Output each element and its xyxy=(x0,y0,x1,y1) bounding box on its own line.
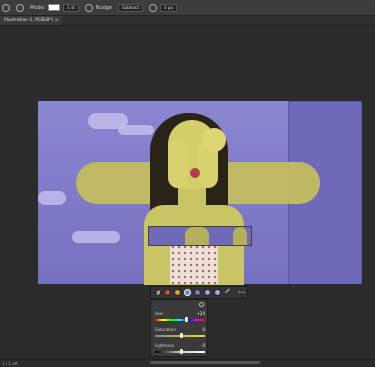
strip-figure xyxy=(185,227,209,245)
document-tab[interactable]: Illustration 1, RGB/8*) × xyxy=(0,16,63,25)
subtract-field[interactable]: Subtract xyxy=(118,3,144,12)
swatch-lavender[interactable] xyxy=(204,289,211,296)
subtract-value[interactable]: Subtract xyxy=(118,3,144,12)
swatch-indigo[interactable] xyxy=(194,289,201,296)
lightness-row: Lightness 0 xyxy=(155,343,205,348)
move-tool-icon[interactable] xyxy=(16,3,24,12)
brush-width-icon xyxy=(149,3,158,12)
saturation-label: Saturation xyxy=(155,327,176,332)
width-value[interactable]: 3 px xyxy=(160,3,177,12)
lightness-slider-thumb[interactable] xyxy=(180,349,183,354)
color-swatch[interactable] xyxy=(48,4,61,11)
saturation-row: Saturation 0 xyxy=(155,327,205,332)
more-options[interactable]: ••• xyxy=(238,290,245,295)
eyedropper-icon[interactable] xyxy=(224,287,235,298)
lightness-label: Lightness xyxy=(155,343,175,348)
wall-stripe xyxy=(72,231,120,243)
mouth xyxy=(190,168,200,178)
wall-stripe xyxy=(38,191,66,205)
hsl-adjustment-panel: Hue +24 Saturation 0 Lightness 0 xyxy=(150,299,208,357)
strip-figure xyxy=(233,227,247,245)
left-hand xyxy=(168,140,188,188)
hue-value[interactable]: +24 xyxy=(197,311,205,316)
hue-row: Hue +24 xyxy=(155,311,205,316)
wall-stripe xyxy=(118,125,154,135)
color-panel-bar: ••• xyxy=(150,286,248,299)
swatch-red[interactable] xyxy=(164,289,171,296)
eye-hand xyxy=(202,128,226,152)
document-tab-bar: Illustration 1, RGB/8*) × xyxy=(0,16,375,26)
nudge-label: Nudge xyxy=(95,4,113,11)
swatch-blue[interactable] xyxy=(184,289,191,296)
saturation-slider-thumb[interactable] xyxy=(180,333,183,338)
nudge-field[interactable]: Nudge xyxy=(84,3,113,12)
hue-label: Hue xyxy=(155,311,164,316)
top-toolbar: Mode: 1 st Nudge Subtract 3 px xyxy=(0,0,375,16)
mode-value[interactable]: 1 st xyxy=(63,3,79,12)
swatch-orange[interactable] xyxy=(174,289,181,296)
swatch-periwinkle[interactable] xyxy=(214,289,221,296)
mode-field[interactable]: Mode: 1 st xyxy=(30,3,79,12)
reset-icon[interactable] xyxy=(199,302,204,307)
hue-slider-thumb[interactable] xyxy=(185,317,188,322)
selection-strip[interactable] xyxy=(148,226,252,246)
lightness-slider[interactable] xyxy=(155,349,205,354)
color-wheel-icon[interactable] xyxy=(154,289,161,296)
saturation-slider[interactable] xyxy=(155,333,205,338)
mode-label: Mode: xyxy=(30,4,46,11)
horizontal-scrollbar[interactable] xyxy=(150,361,260,364)
saturation-value[interactable]: 0 xyxy=(202,327,205,332)
hue-slider[interactable] xyxy=(155,317,205,322)
lightness-value[interactable]: 0 xyxy=(202,343,205,348)
width-field[interactable]: 3 px xyxy=(149,3,177,12)
status-text: 1 / 1 art xyxy=(2,361,18,366)
nudge-icon xyxy=(84,3,93,12)
gear-icon[interactable] xyxy=(2,3,10,12)
